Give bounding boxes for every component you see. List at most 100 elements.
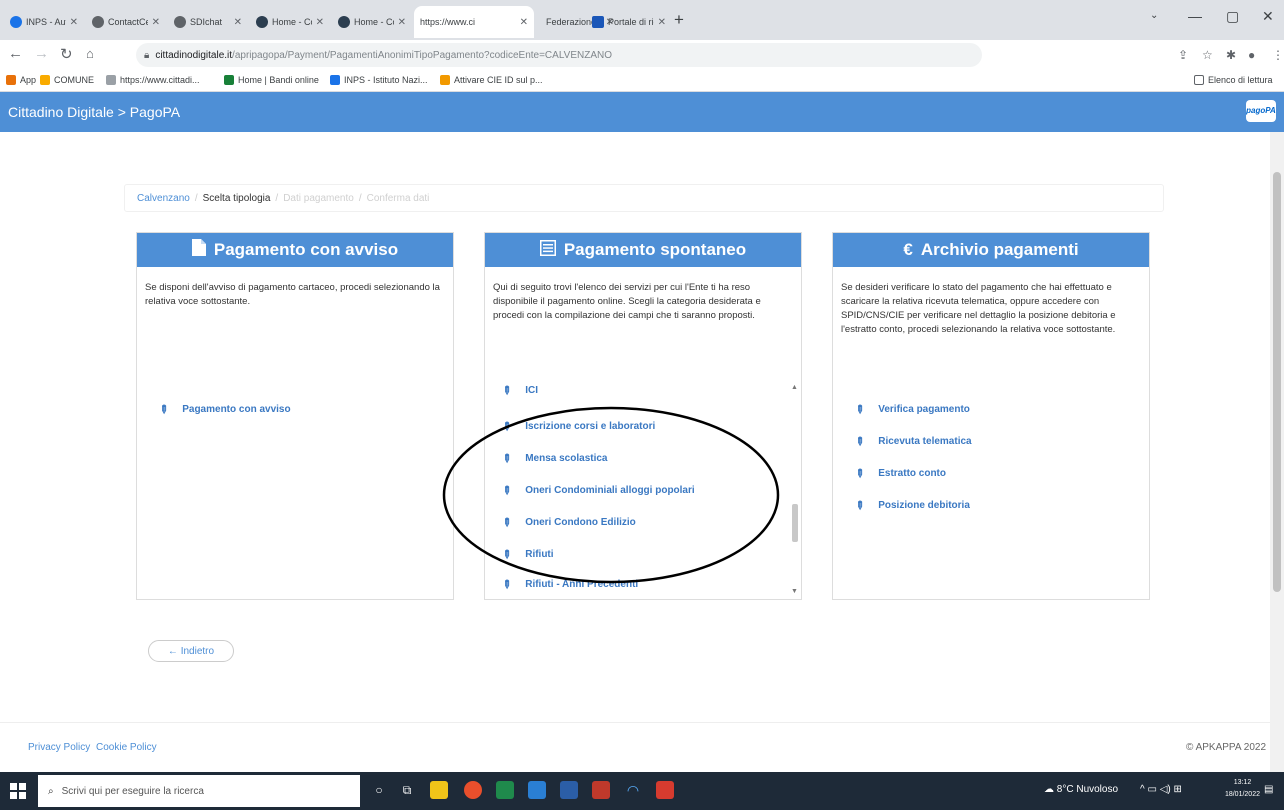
menu-icon[interactable]: ⋮ [1272,48,1284,62]
extensions-icon[interactable]: ✱ [1226,48,1236,62]
close-window-icon[interactable]: ✕ [1262,8,1274,25]
scrollbar-thumb[interactable] [792,504,798,542]
cloud-icon: ☁ [1044,784,1057,795]
scroll-up-icon[interactable]: ▲ [791,384,798,391]
back-arrow-icon[interactable]: ← [8,45,23,62]
pushpin-icon: ✎ [851,498,867,514]
notification-icon[interactable]: ▤ [1264,784,1273,795]
close-icon[interactable]: ✕ [398,17,406,28]
search-icon: ⌕ [48,785,54,797]
reading-list-icon [1194,75,1204,85]
annotation-ellipse [442,406,780,584]
link-estratto-conto[interactable]: ✎ Estratto conto [852,466,946,481]
bookmark-link[interactable]: INPS - Istituto Nazi... [330,75,428,85]
tray-icons[interactable]: ^ ▭ ◁) ⊞ [1140,784,1182,795]
close-icon[interactable]: ✕ [152,17,160,28]
inps-icon [330,75,340,85]
close-icon[interactable]: ✕ [316,17,324,28]
pushpin-icon: ✎ [502,383,514,399]
tab-search-icon[interactable]: ⌄ [1150,10,1158,21]
weather-widget[interactable]: ☁ 8°C Nuvoloso [1044,784,1118,795]
cookie-policy-link[interactable]: Cookie Policy [96,742,157,753]
tab-favicon [256,16,268,28]
cie-icon [440,75,450,85]
profile-icon[interactable]: ● [1248,48,1255,62]
pagopa-logo: pagoPA [1246,100,1276,122]
home-icon[interactable]: ⌂ [86,46,94,61]
panel-title: Pagamento spontaneo [563,240,747,259]
minimize-icon[interactable]: — [1188,8,1202,24]
cortana-icon[interactable]: ○ [370,781,388,799]
app-title[interactable]: Cittadino Digitale > PagoPA [8,104,180,120]
taskbar-search[interactable]: ⌕ Scrivi qui per eseguire la ricerca [38,775,360,807]
copyright: © APKAPPA 2022 [1185,742,1266,753]
chrome-icon[interactable] [464,781,482,799]
file-explorer-icon[interactable] [430,781,448,799]
tab-favicon [10,16,22,28]
panel-header: Pagamento con avviso [137,233,453,267]
close-icon[interactable]: ✕ [234,17,242,28]
star-icon[interactable]: ☆ [1202,48,1213,62]
browser-tab[interactable]: Home - Comu✕ [250,6,330,38]
breadcrumb-ente[interactable]: Calvenzano [137,193,190,204]
link-verifica-pagamento[interactable]: ✎ Verifica pagamento [852,402,970,417]
windows-taskbar: ⌕ Scrivi qui per eseguire la ricerca ○ ⧉… [0,772,1284,810]
pushpin-icon: ✎ [155,402,171,418]
back-button[interactable]: ← Indietro [148,640,234,662]
browser-tab[interactable]: Home - Comu✕ [332,6,412,38]
panel-description: Se disponi dell'avviso di pagamento cart… [145,282,440,307]
breadcrumb-step: Dati pagamento [283,192,354,204]
service-item[interactable]: ✎ ICI [502,383,538,399]
forward-arrow-icon[interactable]: → [34,45,49,62]
bookmark-apps[interactable]: App [6,75,36,85]
scroll-down-icon[interactable]: ▼ [791,588,798,595]
app-header: Cittadino Digitale > PagoPA pagoPA [0,92,1284,132]
excel-icon[interactable] [496,781,514,799]
maximize-icon[interactable]: ▢ [1226,8,1239,25]
acrobat-icon[interactable] [656,781,674,799]
breadcrumb: Calvenzano / Scelta tipologia / Dati pag… [124,184,1164,212]
task-view-icon[interactable]: ⧉ [398,781,416,799]
taskbar-clock[interactable]: 13:12 18/01/2022 [1225,777,1260,801]
footer-divider [0,722,1270,723]
page-scrollbar[interactable] [1270,132,1284,772]
close-icon[interactable]: ✕ [520,17,528,28]
browser-tab[interactable]: INPS - Autent✕ [4,6,84,38]
panel-title: Pagamento con avviso [213,240,399,259]
app-icon[interactable] [528,781,546,799]
browser-tab[interactable]: Portale di ricti✕ [586,6,672,38]
apps-icon [6,75,16,85]
reading-list[interactable]: Elenco di lettura [1194,75,1273,85]
windows-start-icon[interactable] [10,783,26,799]
new-tab-icon[interactable]: + [674,10,684,30]
address-bar[interactable]: 🔒︎ cittadinodigitale.it/apripagopa/Payme… [136,43,982,67]
link-ricevuta-telematica[interactable]: ✎ Ricevuta telematica [851,434,972,450]
panel-header: € Archivio pagamenti [833,233,1149,267]
wifi-icon[interactable]: ◠ [624,781,642,799]
privacy-policy-link[interactable]: Privacy Policy [28,742,90,753]
browser-tab[interactable]: SDIchat ✕ [168,6,248,38]
close-icon[interactable]: ✕ [70,17,78,28]
browser-tab-active[interactable]: https://www.ci ✕ [414,6,534,38]
bookmark-link[interactable]: https://www.cittadi... [106,75,200,85]
panel-description: Qui di seguito trovi l'elenco dei serviz… [493,282,761,321]
file-icon [191,239,206,261]
page-scrollbar-thumb[interactable] [1273,172,1281,592]
link-pagamento-con-avviso[interactable]: ✎ Pagamento con avviso [155,402,291,418]
pushpin-icon: ✎ [851,434,867,450]
bookmark-folder[interactable]: COMUNE [40,75,94,85]
bookmark-link[interactable]: Attivare CIE ID sul p... [440,75,543,85]
bandi-icon [224,75,234,85]
panel-archivio-pagamenti: € Archivio pagamenti Se desideri verific… [832,232,1150,600]
filezilla-icon[interactable] [592,781,610,799]
close-icon[interactable]: ✕ [658,17,666,28]
word-icon[interactable] [560,781,578,799]
breadcrumb-step: Conferma dati [366,192,430,204]
tab-favicon [338,16,350,28]
service-list-scrollbar[interactable]: ▲ ▼ [790,384,800,598]
share-icon[interactable]: ⇪ [1178,48,1188,62]
bookmark-link[interactable]: Home | Bandi online [224,75,319,85]
browser-tab[interactable]: ContactCenter✕ [86,6,166,38]
reload-icon[interactable]: ↻ [60,45,73,63]
link-posizione-debitoria[interactable]: ✎ Posizione debitoria [851,498,970,514]
